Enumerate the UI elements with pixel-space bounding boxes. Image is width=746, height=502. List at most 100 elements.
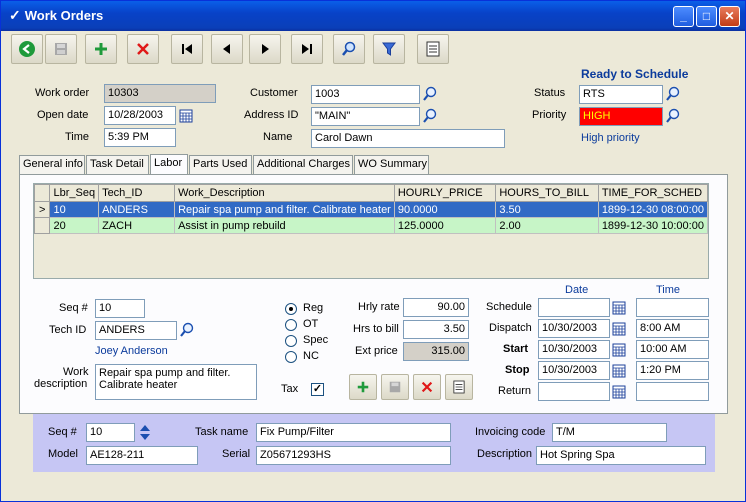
dispatch-time-field[interactable]: 8:00 AM (636, 319, 709, 338)
time-column-heading: Time (656, 284, 681, 296)
labor-report-button[interactable] (445, 374, 473, 400)
task-seq-spinner[interactable] (139, 423, 151, 442)
labor-add-button[interactable] (349, 374, 377, 400)
minimize-button[interactable]: _ (673, 6, 694, 27)
return-calendar-button[interactable] (609, 382, 629, 402)
task-model-field[interactable]: AE128-211 (86, 446, 198, 465)
tab-labor[interactable]: Labor (150, 154, 188, 175)
invoicing-code-field[interactable]: T/M (552, 423, 667, 442)
task-serial-field[interactable]: Z05671293HS (256, 446, 451, 465)
table-row[interactable]: > 10 ANDERS Repair spa pump and filter. … (34, 201, 708, 218)
work-order-label: Work order (35, 87, 90, 99)
stop-time-field[interactable]: 1:20 PM (636, 361, 709, 380)
task-seq-field[interactable]: 10 (86, 423, 135, 442)
work-order-field[interactable]: 10303 (104, 84, 216, 103)
time-field[interactable]: 5:39 PM (104, 128, 176, 147)
name-field[interactable]: Carol Dawn (311, 129, 505, 148)
open-date-field[interactable]: 10/28/2003 (104, 106, 176, 125)
grid-header-tech-id[interactable]: Tech_ID (98, 184, 176, 202)
hrly-rate-field[interactable]: 90.00 (403, 298, 469, 317)
table-cell[interactable]: 90.0000 (393, 201, 497, 218)
task-description-field[interactable]: Hot Spring Spa (536, 446, 706, 465)
grid-header-time-for-sched[interactable]: TIME_FOR_SCHED (597, 184, 708, 202)
status-field[interactable]: RTS (579, 85, 663, 104)
rate-reg-radio[interactable] (285, 303, 297, 315)
start-time-field[interactable]: 10:00 AM (636, 340, 709, 359)
maximize-button[interactable]: □ (696, 6, 717, 27)
previous-record-button[interactable] (211, 34, 243, 64)
grid-header-work-description[interactable]: Work_Description (174, 184, 395, 202)
filter-button[interactable] (373, 34, 405, 64)
grid-header-hours-to-bill[interactable]: HOURS_TO_BILL (495, 184, 599, 202)
next-record-button[interactable] (249, 34, 281, 64)
search-button[interactable] (333, 34, 365, 64)
hrly-rate-label: Hrly rate (358, 301, 400, 313)
start-calendar-button[interactable] (609, 340, 629, 360)
tab-general-info[interactable]: General info (19, 155, 85, 174)
close-button[interactable]: ✕ (719, 6, 740, 27)
labor-grid[interactable]: Lbr_Seq Tech_ID Work_Description HOURLY_… (33, 183, 709, 279)
tab-task-detail[interactable]: Task Detail (86, 155, 149, 174)
dispatch-date-field[interactable]: 10/30/2003 (538, 319, 610, 338)
labor-delete-button[interactable] (413, 374, 441, 400)
tax-checkbox[interactable]: ✓ (311, 383, 324, 396)
first-record-button[interactable] (171, 34, 203, 64)
tab-wo-summary[interactable]: WO Summary (354, 155, 429, 174)
tab-parts-used[interactable]: Parts Used (189, 155, 252, 174)
rate-nc-label: NC (303, 350, 319, 362)
customer-lookup-button[interactable] (420, 84, 440, 104)
rate-ot-radio[interactable] (285, 319, 297, 331)
table-cell[interactable]: ANDERS (98, 201, 176, 218)
stop-calendar-button[interactable] (609, 361, 629, 381)
table-cell[interactable]: 125.0000 (393, 217, 497, 234)
open-date-calendar-button[interactable] (176, 106, 196, 126)
schedule-time-field[interactable] (636, 298, 709, 317)
address-lookup-button[interactable] (420, 106, 440, 126)
return-time-field[interactable] (636, 382, 709, 401)
task-name-field[interactable]: Fix Pump/Filter (256, 423, 451, 442)
table-cell[interactable]: 1899-12-30 10:00:00 (597, 217, 708, 234)
table-cell[interactable]: 1899-12-30 08:00:00 (597, 201, 708, 218)
schedule-calendar-button[interactable] (609, 298, 629, 318)
title-bar[interactable]: ✓ Work Orders _ □ ✕ (1, 1, 745, 31)
tab-additional-charges[interactable]: Additional Charges (253, 155, 353, 174)
rate-ot-label: OT (303, 318, 319, 330)
ext-price-field[interactable]: 315.00 (403, 342, 469, 361)
table-cell[interactable]: 20 (49, 217, 100, 234)
work-description-field[interactable]: Repair spa pump and filter. Calibrate he… (95, 364, 257, 400)
dispatch-calendar-button[interactable] (609, 319, 629, 339)
back-button[interactable] (11, 34, 43, 64)
labor-save-button[interactable] (381, 374, 409, 400)
table-cell[interactable]: Assist in pump rebuild (174, 217, 395, 234)
priority-lookup-button[interactable] (663, 106, 683, 126)
last-record-button[interactable] (291, 34, 323, 64)
add-button[interactable] (85, 34, 117, 64)
table-row[interactable]: 20 ZACH Assist in pump rebuild 125.0000 … (34, 217, 708, 234)
schedule-date-field[interactable] (538, 298, 610, 317)
table-cell[interactable]: 3.50 (495, 201, 599, 218)
grid-header-lbr-seq[interactable]: Lbr_Seq (49, 184, 100, 202)
priority-field[interactable]: HIGH (579, 107, 663, 126)
table-cell[interactable]: 10 (49, 201, 100, 218)
report-button[interactable] (417, 34, 449, 64)
stop-date-field[interactable]: 10/30/2003 (538, 361, 610, 380)
status-lookup-button[interactable] (663, 84, 683, 104)
delete-button[interactable] (127, 34, 159, 64)
table-cell[interactable]: 2.00 (495, 217, 599, 234)
return-date-field[interactable] (538, 382, 610, 401)
document-icon (426, 41, 440, 57)
table-cell[interactable]: Repair spa pump and filter. Calibrate he… (174, 201, 395, 218)
tech-lookup-button[interactable] (177, 320, 197, 340)
start-date-field[interactable]: 10/30/2003 (538, 340, 610, 359)
rate-nc-radio[interactable] (285, 351, 297, 363)
customer-field[interactable]: 1003 (311, 85, 420, 104)
address-id-field[interactable]: "MAIN" (311, 107, 420, 126)
grid-header-hourly-price[interactable]: HOURLY_PRICE (393, 184, 497, 202)
grid-corner-cell (34, 184, 51, 202)
seq-field[interactable]: 10 (95, 299, 145, 318)
table-cell[interactable]: ZACH (98, 217, 176, 234)
tech-id-field[interactable]: ANDERS (95, 321, 177, 340)
rate-spec-radio[interactable] (285, 335, 297, 347)
save-button[interactable] (45, 34, 77, 64)
hrs-to-bill-field[interactable]: 3.50 (403, 320, 469, 339)
